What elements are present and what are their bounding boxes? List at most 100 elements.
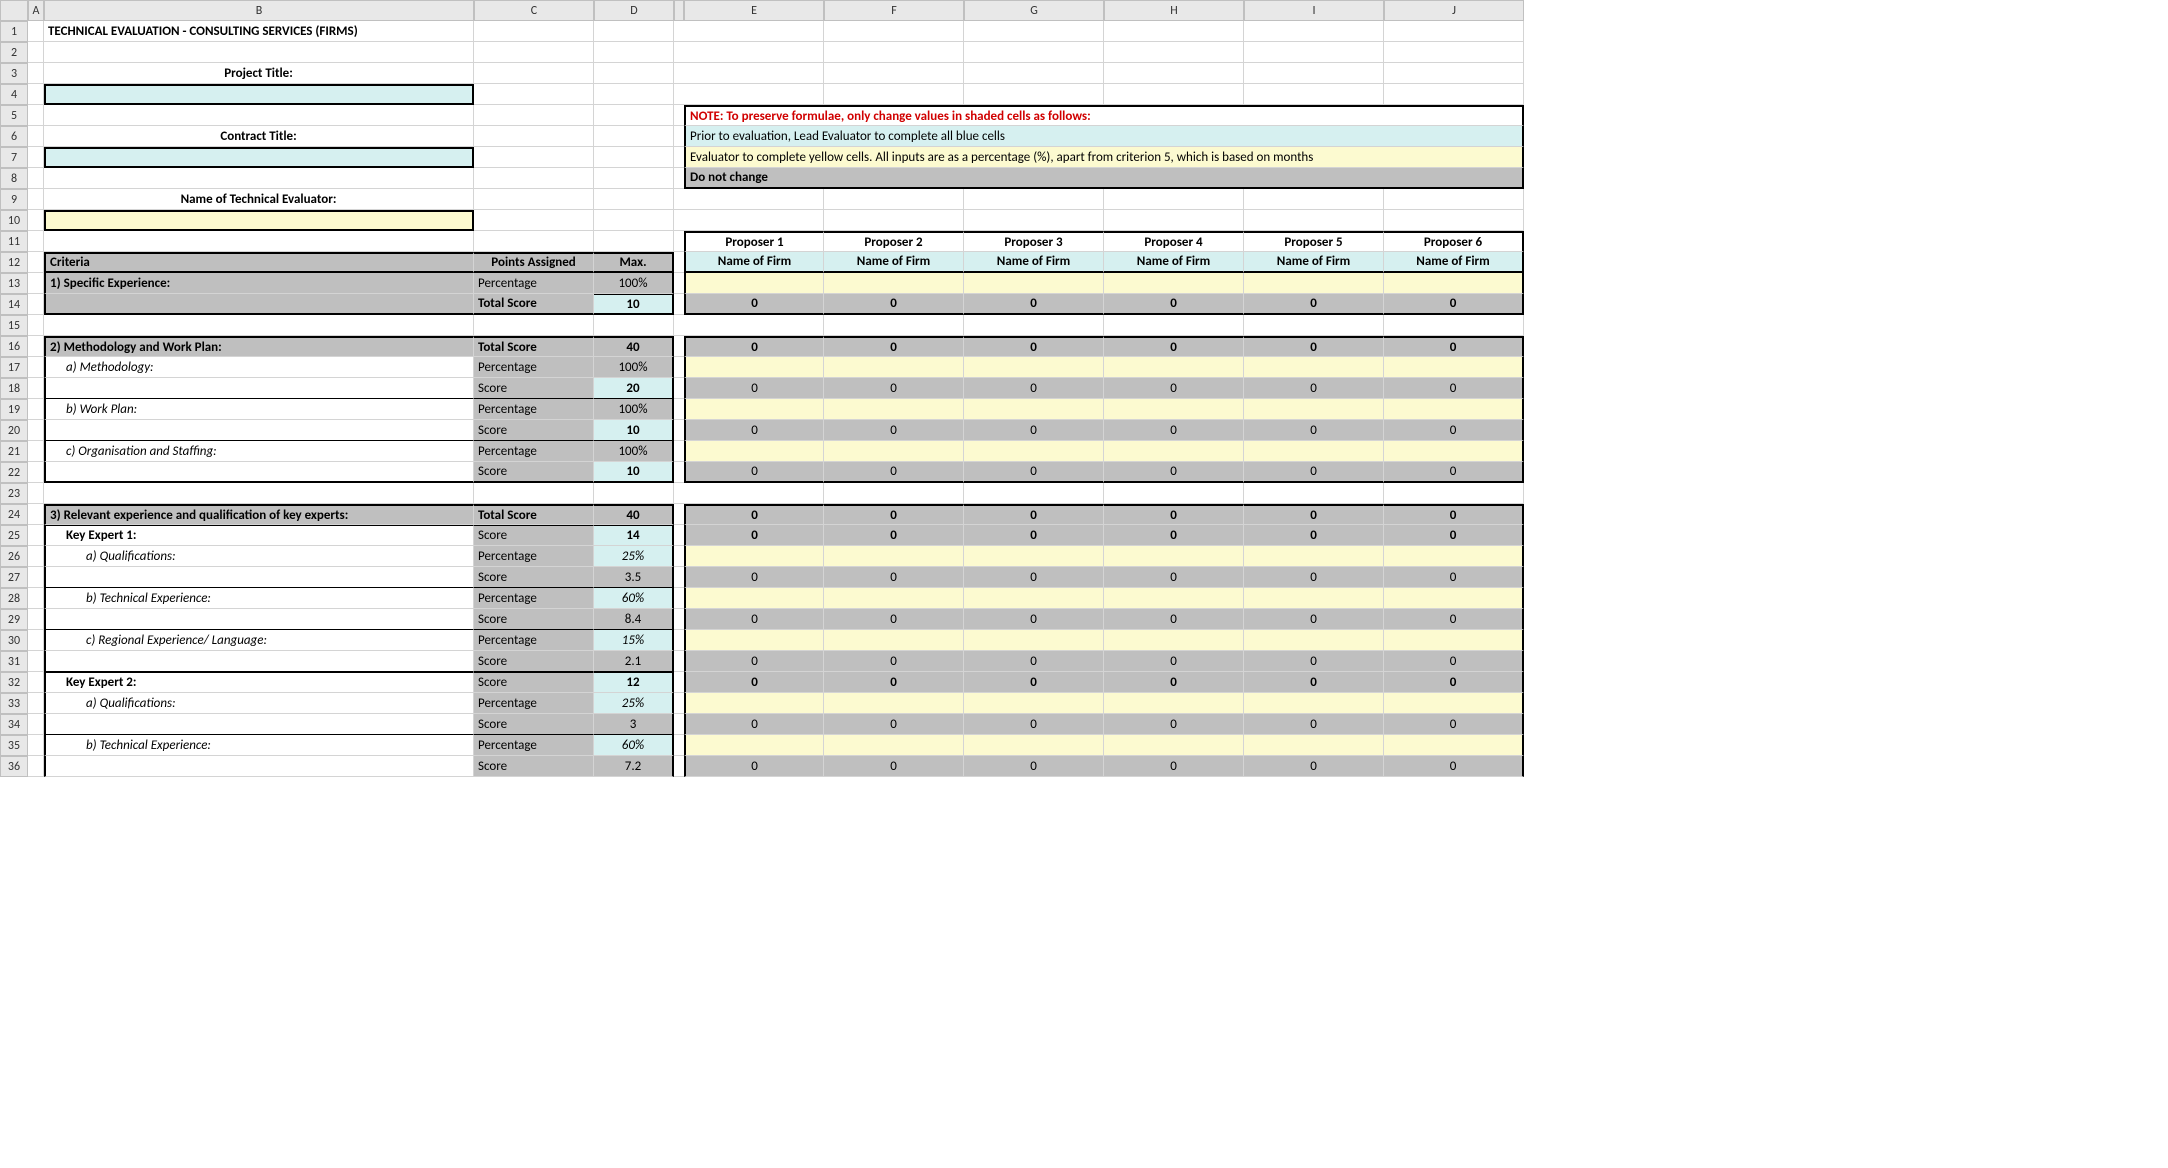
note-do-not[interactable]: Do not change <box>684 168 1524 189</box>
proposer-5-r17[interactable] <box>1244 357 1384 378</box>
cell-9-4[interactable] <box>674 189 684 210</box>
cell-6-3[interactable] <box>594 126 674 147</box>
cell-4-5[interactable] <box>684 84 824 105</box>
cell-19-2[interactable]: Percentage <box>474 399 594 420</box>
cell-36-4[interactable] <box>674 756 684 777</box>
proposer-4-r17[interactable] <box>1104 357 1244 378</box>
cell-24-4[interactable] <box>674 504 684 525</box>
cell-18-0[interactable] <box>28 378 44 399</box>
proposer-2-r28[interactable] <box>824 588 964 609</box>
cell-20-1[interactable] <box>44 420 474 441</box>
row-header-16[interactable]: 16 <box>0 336 28 357</box>
cell-6-2[interactable] <box>474 126 594 147</box>
proposer-5-r16[interactable]: 0 <box>1244 336 1384 357</box>
cell-20-3[interactable]: 10 <box>594 420 674 441</box>
proposer-5-r18[interactable]: 0 <box>1244 378 1384 399</box>
firm-name-6[interactable]: Name of Firm <box>1384 252 1524 273</box>
proposer-1-r21[interactable] <box>684 441 824 462</box>
cell-10-10[interactable] <box>1384 210 1524 231</box>
row-header-21[interactable]: 21 <box>0 441 28 462</box>
criteria-1-title[interactable]: 1) Specific Experience: <box>44 273 474 294</box>
cell-1-3[interactable] <box>594 21 674 42</box>
cell-32-1[interactable]: Key Expert 2: <box>44 672 474 693</box>
cell-34-4[interactable] <box>674 714 684 735</box>
cell-9-8[interactable] <box>1104 189 1244 210</box>
proposer-5-r33[interactable] <box>1244 693 1384 714</box>
cell-9-10[interactable] <box>1384 189 1524 210</box>
cell-12-4[interactable] <box>674 252 684 273</box>
cell-3-10[interactable] <box>1384 63 1524 84</box>
proposer-3-r27[interactable]: 0 <box>964 567 1104 588</box>
page-title[interactable]: TECHNICAL EVALUATION - CONSULTING SERVIC… <box>44 21 474 42</box>
row-header-7[interactable]: 7 <box>0 147 28 168</box>
cell-5-2[interactable] <box>474 105 594 126</box>
proposer-2-r22[interactable]: 0 <box>824 462 964 483</box>
cell-15-0[interactable] <box>28 315 44 336</box>
cell-3-0[interactable] <box>28 63 44 84</box>
cell-2-2[interactable] <box>474 42 594 63</box>
row-header-20[interactable]: 20 <box>0 420 28 441</box>
cell-14-2[interactable]: Total Score <box>474 294 594 315</box>
cell-9-5[interactable] <box>684 189 824 210</box>
proposer-3-r29[interactable]: 0 <box>964 609 1104 630</box>
cell-2-1[interactable] <box>44 42 474 63</box>
cell-1-6[interactable] <box>824 21 964 42</box>
row-header-14[interactable]: 14 <box>0 294 28 315</box>
cell-3-5[interactable] <box>684 63 824 84</box>
proposer-3-r19[interactable] <box>964 399 1104 420</box>
cell-22-2[interactable]: Score <box>474 462 594 483</box>
cell-24-3[interactable]: 40 <box>594 504 674 525</box>
cell-23-6[interactable] <box>824 483 964 504</box>
cell-15-6[interactable] <box>824 315 964 336</box>
proposer-4-r35[interactable] <box>1104 735 1244 756</box>
proposer-6-r25[interactable]: 0 <box>1384 525 1524 546</box>
proposer-1-r26[interactable] <box>684 546 824 567</box>
proposer-1-r31[interactable]: 0 <box>684 651 824 672</box>
cell-31-2[interactable]: Score <box>474 651 594 672</box>
cell-31-0[interactable] <box>28 651 44 672</box>
row-header-10[interactable]: 10 <box>0 210 28 231</box>
cell-4-4[interactable] <box>674 84 684 105</box>
cell-24-2[interactable]: Total Score <box>474 504 594 525</box>
cell-2-6[interactable] <box>824 42 964 63</box>
cell-29-4[interactable] <box>674 609 684 630</box>
row-header-15[interactable]: 15 <box>0 315 28 336</box>
cell-23-10[interactable] <box>1384 483 1524 504</box>
cell-5-1[interactable] <box>44 105 474 126</box>
cell-17-4[interactable] <box>674 357 684 378</box>
note-blue[interactable]: Prior to evaluation, Lead Evaluator to c… <box>684 126 1524 147</box>
proposer-header-2[interactable]: Proposer 2 <box>824 231 964 252</box>
proposer-3-r24[interactable]: 0 <box>964 504 1104 525</box>
cell-23-5[interactable] <box>684 483 824 504</box>
cell-15-1[interactable] <box>44 315 474 336</box>
evaluator-label[interactable]: Name of Technical Evaluator: <box>44 189 474 210</box>
cell-2-10[interactable] <box>1384 42 1524 63</box>
proposer-4-r20[interactable]: 0 <box>1104 420 1244 441</box>
proposer-1-r36[interactable]: 0 <box>684 756 824 777</box>
row-header-30[interactable]: 30 <box>0 630 28 651</box>
proposer-5-r36[interactable]: 0 <box>1244 756 1384 777</box>
proposer-3-r31[interactable]: 0 <box>964 651 1104 672</box>
proposer-2-r19[interactable] <box>824 399 964 420</box>
proposer-5-r32[interactable]: 0 <box>1244 672 1384 693</box>
proposer-6-r30[interactable] <box>1384 630 1524 651</box>
proposer-2-r14[interactable]: 0 <box>824 294 964 315</box>
cell-18-2[interactable]: Score <box>474 378 594 399</box>
cell-3-6[interactable] <box>824 63 964 84</box>
cell-3-9[interactable] <box>1244 63 1384 84</box>
cell-22-1[interactable] <box>44 462 474 483</box>
proposer-6-r20[interactable]: 0 <box>1384 420 1524 441</box>
proposer-6-r13[interactable] <box>1384 273 1524 294</box>
cell-4-2[interactable] <box>474 84 594 105</box>
cell-30-0[interactable] <box>28 630 44 651</box>
cell-9-7[interactable] <box>964 189 1104 210</box>
cell-2-5[interactable] <box>684 42 824 63</box>
cell-25-2[interactable]: Score <box>474 525 594 546</box>
cell-30-2[interactable]: Percentage <box>474 630 594 651</box>
cell-3-3[interactable] <box>594 63 674 84</box>
row-header-11[interactable]: 11 <box>0 231 28 252</box>
cell-4-6[interactable] <box>824 84 964 105</box>
cell-10-4[interactable] <box>674 210 684 231</box>
cell-21-0[interactable] <box>28 441 44 462</box>
cell-18-4[interactable] <box>674 378 684 399</box>
